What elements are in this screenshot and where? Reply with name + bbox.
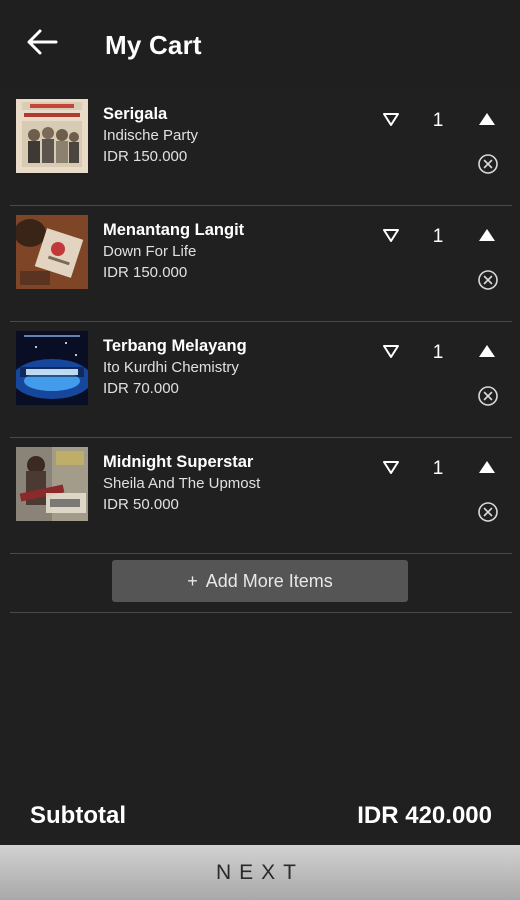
triangle-up-filled-icon: [479, 461, 495, 473]
item-price: IDR 70.000: [103, 380, 179, 397]
add-more-label: Add More Items: [205, 570, 333, 591]
item-title: Terbang Melayang: [103, 337, 247, 355]
item-price: IDR 150.000: [103, 148, 188, 165]
quantity-value: 1: [432, 110, 444, 131]
circle-x-icon: [478, 502, 498, 522]
item-artist: Down For Life: [103, 243, 197, 260]
remove-item-button[interactable]: [476, 500, 500, 524]
triangle-down-outline-icon: [383, 113, 399, 126]
triangle-up-filled-icon: [479, 229, 495, 241]
triangle-up-filled-icon: [479, 113, 495, 125]
circle-x-icon: [478, 270, 498, 290]
cart-list: Serigala Indische Party IDR 150.000 1 Me…: [0, 90, 520, 554]
subtotal-label: Subtotal: [30, 802, 126, 829]
subtotal-value: IDR 420.000: [357, 802, 492, 829]
divider: [10, 612, 512, 613]
item-artist: Sheila And The Upmost: [103, 475, 261, 492]
item-artist: Ito Kurdhi Chemistry: [103, 359, 239, 376]
cart-item: Terbang Melayang Ito Kurdhi Chemistry ID…: [0, 322, 520, 438]
increase-quantity-button[interactable]: [472, 220, 502, 250]
arrow-left-icon: [27, 29, 58, 55]
remove-item-button[interactable]: [476, 268, 500, 292]
back-button[interactable]: [22, 24, 62, 60]
decrease-quantity-button[interactable]: [376, 104, 406, 134]
album-cover-serigala[interactable]: [16, 99, 88, 173]
divider: [10, 553, 512, 554]
quantity-value: 1: [432, 342, 444, 363]
quantity-value: 1: [432, 458, 444, 479]
circle-x-icon: [478, 386, 498, 406]
cart-item: Serigala Indische Party IDR 150.000 1: [0, 90, 520, 206]
item-title: Serigala: [103, 105, 168, 123]
album-cover-midnight-superstar[interactable]: [16, 447, 88, 521]
cart-item: Midnight Superstar Sheila And The Upmost…: [0, 438, 520, 554]
app-header: My Cart: [0, 0, 520, 90]
decrease-quantity-button[interactable]: [376, 452, 406, 482]
increase-quantity-button[interactable]: [472, 452, 502, 482]
item-title: Midnight Superstar: [103, 453, 254, 471]
triangle-down-outline-icon: [383, 461, 399, 474]
remove-item-button[interactable]: [476, 384, 500, 408]
triangle-down-outline-icon: [383, 345, 399, 358]
remove-item-button[interactable]: [476, 152, 500, 176]
item-artist: Indische Party: [103, 127, 199, 144]
quantity-value: 1: [432, 226, 444, 247]
page-title: My Cart: [105, 30, 202, 60]
plus-icon: +: [187, 570, 198, 591]
add-more-items-button[interactable]: + Add More Items: [112, 560, 408, 602]
circle-x-icon: [478, 154, 498, 174]
album-cover-terbang-melayang[interactable]: [16, 331, 88, 405]
decrease-quantity-button[interactable]: [376, 220, 406, 250]
increase-quantity-button[interactable]: [472, 336, 502, 366]
triangle-down-outline-icon: [383, 229, 399, 242]
next-label: NEXT: [215, 860, 304, 884]
cart-item: Menantang Langit Down For Life IDR 150.0…: [0, 206, 520, 322]
increase-quantity-button[interactable]: [472, 104, 502, 134]
album-cover-menantang-langit[interactable]: [16, 215, 88, 289]
item-title: Menantang Langit: [103, 221, 245, 239]
item-price: IDR 150.000: [103, 264, 188, 281]
triangle-up-filled-icon: [479, 345, 495, 357]
next-button[interactable]: NEXT: [0, 845, 520, 900]
decrease-quantity-button[interactable]: [376, 336, 406, 366]
item-price: IDR 50.000: [103, 496, 179, 513]
